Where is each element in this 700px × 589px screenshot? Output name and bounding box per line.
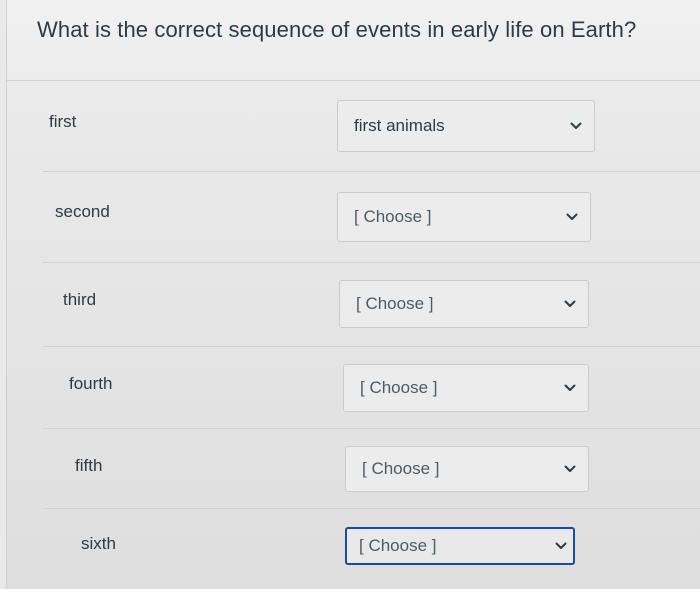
select-value: [ Choose ] [359, 536, 437, 555]
row-divider [43, 428, 700, 429]
row-label: fourth [69, 374, 113, 393]
answer-select-fourth[interactable]: [ Choose ] [343, 364, 589, 412]
row-divider [43, 171, 700, 172]
select-value: [ Choose ] [354, 207, 432, 226]
chevron-down-icon [566, 213, 578, 220]
row-label: third [63, 290, 97, 309]
answer-select-second[interactable]: [ Choose ] [337, 192, 591, 242]
chevron-down-icon [564, 465, 576, 472]
answer-select-sixth[interactable]: [ Choose ] [345, 527, 575, 565]
row-divider [43, 508, 700, 509]
question-header: What is the correct sequence of events i… [7, 0, 700, 81]
chevron-down-icon [564, 384, 576, 391]
row-divider [43, 262, 700, 263]
question-card: What is the correct sequence of events i… [6, 0, 700, 589]
select-value: [ Choose ] [362, 459, 440, 478]
row-label: fifth [75, 456, 103, 475]
row-label: second [55, 202, 110, 221]
row-divider [43, 346, 700, 347]
row-label: sixth [81, 534, 116, 553]
chevron-down-icon [564, 300, 576, 307]
chevron-down-icon [555, 542, 567, 549]
select-value: [ Choose ] [356, 294, 434, 313]
select-value: first animals [354, 116, 445, 135]
chevron-down-icon [570, 122, 582, 129]
question-text: What is the correct sequence of events i… [37, 17, 637, 42]
select-value: [ Choose ] [360, 378, 438, 397]
answer-select-fifth[interactable]: [ Choose ] [345, 446, 589, 492]
answer-select-first[interactable]: first animals [337, 100, 595, 152]
row-label: first [49, 112, 77, 131]
answer-select-third[interactable]: [ Choose ] [339, 280, 589, 328]
